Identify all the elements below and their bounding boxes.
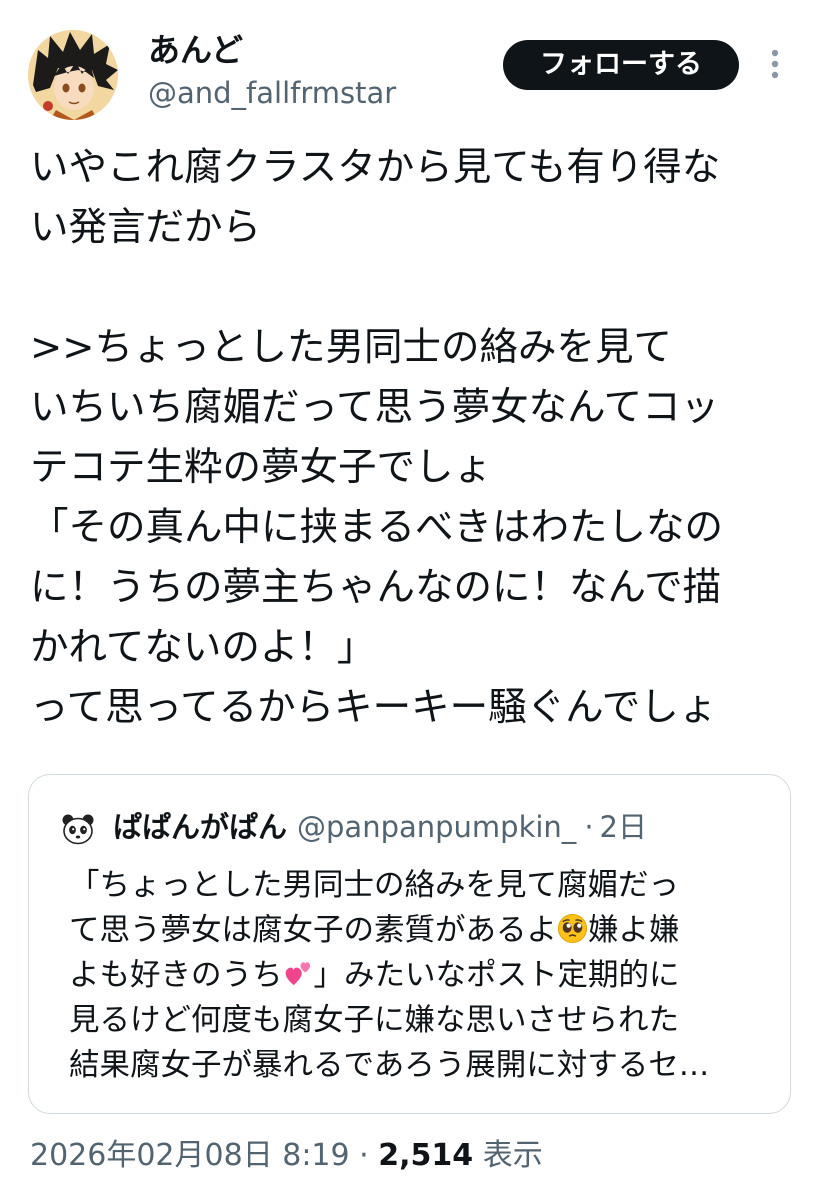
author-avatar[interactable] [28, 30, 118, 120]
quote-header: ぱぱんがぱん @panpanpumpkin_ · 2日 [113, 805, 647, 849]
quote-text-line: 見るけど何度も腐女子に嫌な思いさせられた [69, 998, 769, 1043]
quote-timestamp[interactable]: 2日 [600, 810, 647, 844]
panda-icon [62, 814, 94, 845]
anime-character-avatar [28, 30, 118, 120]
quote-text-segment: 結果腐女子が暴れるであろう展開に対するセ… [69, 1048, 710, 1083]
tweet-timestamp[interactable]: 2026年02月08日 8:19 [30, 1138, 350, 1173]
quote-text-segment: よも好きのうち [69, 958, 283, 993]
pleading-face-emoji [557, 912, 588, 957]
tweet-text-line: に！うちの夢主ちゃんなのに！なんで描 [30, 565, 722, 610]
quote-author-handle[interactable]: @panpanpumpkin_ [297, 810, 576, 844]
tweet-text-line: いやこれ腐クラスタから見ても有り得な [30, 145, 721, 190]
quote-text-segment: 見るけど何度も腐女子に嫌な思いさせられた [69, 1003, 679, 1038]
meta-separator: · [359, 1138, 369, 1173]
tweet-text-line: いちいち腐媚だって思う夢女なんてコッ [30, 385, 720, 430]
views-count[interactable]: 2,514 [378, 1138, 473, 1173]
tweet-text-line: かれてないのよ！」 [30, 625, 376, 670]
quote-text-line: よも好きのうち 」みたいなポスト定期的に [69, 953, 769, 998]
tweet-meta: 2026年02月08日 8:19 · 2,514 表示 [30, 1134, 543, 1178]
quote-text-line: て思う夢女は腐女子の素質があるよ 嫌よ嫌 [69, 908, 769, 953]
quote-text-line: 結果腐女子が暴れるであろう展開に対するセ… [69, 1043, 769, 1088]
more-vertical-icon [771, 49, 779, 79]
follow-button[interactable]: フォローする [503, 40, 739, 90]
quote-author-avatar[interactable] [61, 812, 95, 846]
quote-text: 「ちょっとした男同士の絡みを見て腐媚だっ て思う夢女は腐女子の素質があるよ 嫌よ嫌… [69, 863, 769, 1088]
tweet-text: いやこれ腐クラスタから見ても有り得な い発言だから >>ちょっとした男同士の絡み… [30, 138, 790, 738]
quote-separator: · [584, 810, 594, 844]
quote-text-segment: て思う夢女は腐女子の素質があるよ [69, 913, 557, 948]
tweet-text-line [30, 258, 790, 318]
tweet-text-line: >>ちょっとした男同士の絡みを見て [30, 325, 673, 370]
tweet-text-line: い発言だから [30, 205, 262, 250]
quote-text-line: 「ちょっとした男同士の絡みを見て腐媚だっ [69, 863, 769, 908]
two-hearts-emoji [283, 957, 314, 1002]
quote-text-segment: 「ちょっとした男同士の絡みを見て腐媚だっ [69, 868, 679, 903]
quote-text-segment: 」みたいなポスト定期的に [313, 958, 680, 993]
more-options-button[interactable] [760, 44, 790, 84]
quote-text-segment: 嫌よ嫌 [588, 913, 680, 948]
quote-author-name[interactable]: ぱぱんがぱん [113, 810, 287, 844]
views-label: 表示 [482, 1138, 543, 1173]
author-display-name[interactable]: あんど [148, 30, 243, 70]
tweet-text-line: テコテ生粋の夢女子でしょ [30, 445, 493, 490]
author-handle[interactable]: @and_fallfrmstar [148, 74, 396, 112]
tweet-text-line: 「その真ん中に挟まるべきはわたしなの [30, 505, 724, 550]
quoted-tweet-card[interactable]: ぱぱんがぱん @panpanpumpkin_ · 2日 「ちょっとした男同士の絡みを見… [28, 774, 791, 1114]
tweet-text-line: って思ってるからキーキー騒ぐんでしょ [30, 685, 718, 730]
